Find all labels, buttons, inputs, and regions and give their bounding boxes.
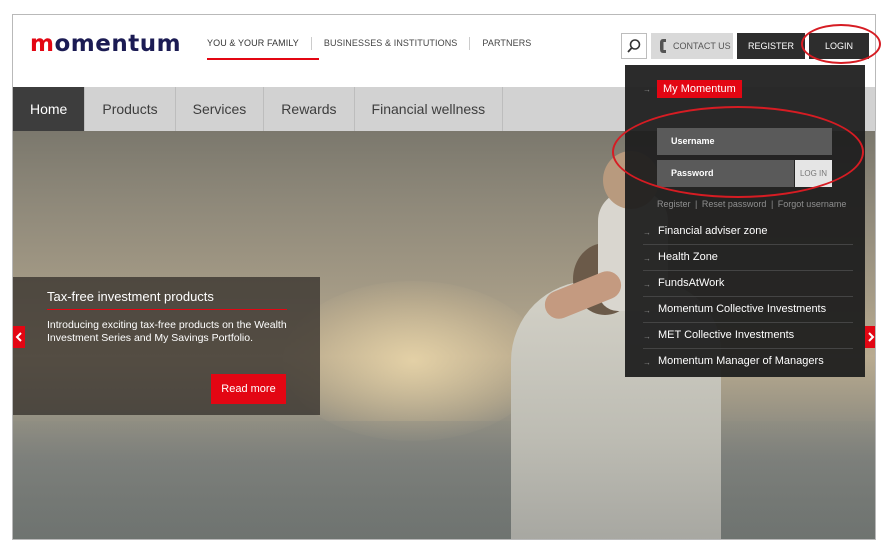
browser-frame: momentum YOU & YOUR FAMILY BUSINESSES & … [12, 14, 876, 540]
dropdown-item-momentum-collective-investments[interactable]: → Momentum Collective Investments [625, 297, 865, 323]
carousel-prev-button[interactable] [13, 326, 25, 348]
nav-home[interactable]: Home [13, 87, 86, 131]
annotation-ring-credentials [612, 106, 864, 198]
nav-rewards[interactable]: Rewards [264, 87, 355, 131]
promo-title: Tax-free investment products [47, 289, 214, 304]
promo-panel: Tax-free investment products Introducing… [13, 277, 320, 415]
dropdown-item-met-collective-investments[interactable]: → MET Collective Investments [625, 323, 865, 349]
nav-services[interactable]: Services [176, 87, 265, 131]
read-more-button[interactable]: Read more [211, 374, 286, 404]
chevron-left-icon [15, 332, 22, 342]
dropdown-item-label: MET Collective Investments [658, 329, 795, 341]
arrow-right-icon: → [643, 280, 651, 289]
momentum-logo[interactable]: momentum [30, 31, 181, 57]
search-button[interactable] [621, 33, 647, 59]
link-separator: | [770, 199, 774, 209]
arrow-right-icon: → [643, 85, 651, 94]
reset-password-link[interactable]: Reset password [702, 199, 767, 209]
contact-us-label: CONTACT US [673, 41, 731, 51]
topnav-you-and-your-family[interactable]: YOU & YOUR FAMILY [207, 37, 311, 50]
promo-text: Introducing exciting tax-free products o… [47, 319, 287, 344]
dropdown-item-financial-adviser-zone[interactable]: → Financial adviser zone [625, 219, 865, 245]
carousel-next-button[interactable] [865, 326, 875, 348]
dropdown-item-label: Momentum Manager of Managers [658, 355, 824, 367]
arrow-right-icon: → [643, 228, 651, 237]
topnav-partners[interactable]: PARTNERS [469, 37, 543, 50]
arrow-right-icon: → [643, 254, 651, 263]
dropdown-item-health-zone[interactable]: → Health Zone [625, 245, 865, 271]
dropdown-item-momentum-manager-of-managers[interactable]: → Momentum Manager of Managers [625, 349, 865, 375]
arrow-right-icon: → [643, 358, 651, 367]
link-separator: | [695, 199, 698, 209]
arrow-right-icon: → [643, 332, 651, 341]
register-link[interactable]: Register [657, 199, 691, 209]
account-links: Register | Reset password | Forgot usern… [657, 199, 846, 209]
nav-financial-wellness[interactable]: Financial wellness [355, 87, 504, 131]
dropdown-item-label: FundsAtWork [658, 277, 725, 289]
dropdown-item-fundsatwork[interactable]: → FundsAtWork [625, 271, 865, 297]
topnav-businesses-institutions[interactable]: BUSINESSES & INSTITUTIONS [310, 37, 470, 50]
my-momentum-heading[interactable]: My Momentum [657, 80, 742, 98]
register-button[interactable]: REGISTER [737, 33, 805, 59]
hero-sunlight [283, 281, 543, 441]
dropdown-item-label: Financial adviser zone [658, 225, 768, 237]
nav-products[interactable]: Products [85, 87, 176, 131]
arrow-right-icon: → [643, 306, 651, 315]
promo-divider [47, 309, 287, 310]
hero-sea [13, 421, 875, 539]
dropdown-item-label: Health Zone [658, 251, 718, 263]
dropdown-item-label: Momentum Collective Investments [658, 303, 827, 315]
active-topnav-underline [207, 58, 319, 60]
chevron-right-icon [868, 332, 875, 342]
search-icon [627, 39, 641, 53]
contact-us-button[interactable]: CONTACT US [651, 33, 733, 59]
annotation-ring-login [801, 24, 881, 64]
phone-icon [660, 39, 666, 53]
forgot-username-link[interactable]: Forgot username [778, 199, 847, 209]
top-navigation: YOU & YOUR FAMILY BUSINESSES & INSTITUTI… [207, 37, 543, 50]
